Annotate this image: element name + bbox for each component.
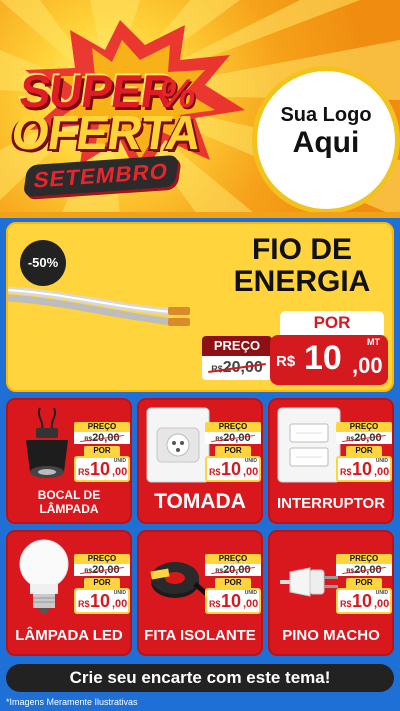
price-tag: PREÇO R$20,00 POR R$10,00UNID — [336, 422, 392, 482]
featured-product-panel[interactable]: -50% FIO DE ENERGIA POR PREÇO R$20,00 R$… — [6, 222, 394, 392]
old-price: R$20,00 — [202, 356, 272, 380]
old-price-box: PREÇO R$20,00 — [202, 336, 272, 382]
product-name: INTERRUPTOR — [276, 495, 386, 512]
logo-text-line1: Sua Logo — [280, 103, 372, 126]
product-name: PINO MACHO — [282, 627, 380, 644]
product-card-fita-isolante[interactable]: PREÇO R$20,00 POR R$10,00UNID FITA ISOLA… — [137, 530, 263, 656]
logo-text-line2: Aqui — [292, 125, 360, 159]
hero-banner: SUPER OFERTA SETEMBRO % Sua Logo Aqui — [0, 0, 400, 218]
product-grid: PREÇO R$20,00 POR R$10,00UNID BOCAL DELÂ… — [0, 396, 400, 660]
por-label: POR — [280, 311, 384, 335]
preco-label: PREÇO — [202, 336, 272, 356]
product-name: BOCAL DE LÂMPADA — [37, 488, 101, 516]
logo-placeholder[interactable]: Sua Logo Aqui — [252, 66, 400, 214]
month-label: SETEMBRO — [32, 158, 171, 193]
footnote: *Imagens Meramente Ilustrativas — [6, 697, 138, 707]
product-card-pino-macho[interactable]: PREÇO R$20,00 POR R$10,00UNID PINO MACHO — [268, 530, 394, 656]
price-tag: PREÇO R$20,00 POR R$10,00UNID — [74, 554, 130, 614]
new-price-box: R$ 10 ,00 MT — [270, 335, 388, 385]
month-banner: SETEMBRO — [22, 154, 180, 198]
featured-title: FIO DE ENERGIA — [233, 233, 371, 298]
product-name: TOMADA — [154, 490, 246, 513]
product-card-lampada-led[interactable]: PREÇO R$20,00 POR R$10,00UNID LÂMPADA LE… — [6, 530, 132, 656]
cable-icon — [8, 286, 190, 326]
hero-divider — [0, 212, 400, 218]
product-name: LÂMPADA LED — [15, 627, 123, 644]
price-tag: PREÇO R$20,00 POR R$10,00UNID — [205, 422, 261, 482]
product-name: FITA ISOLANTE — [144, 627, 256, 644]
price-tag: PREÇO R$20,00 POR R$10,00UNID — [74, 422, 130, 482]
cta-button[interactable]: Crie seu encarte com este tema! — [6, 664, 394, 692]
price-tag: PREÇO R$20,00 POR R$10,00UNID — [336, 554, 392, 614]
product-card-tomada[interactable]: PREÇO R$20,00 POR R$10,00UNID TOMADA — [137, 398, 263, 524]
product-card-interruptor[interactable]: PREÇO R$20,00 POR R$10,00UNID INTERRUPTO… — [268, 398, 394, 524]
price-tag: PREÇO R$20,00 POR R$10,00UNID — [205, 554, 261, 614]
percent-sign: % — [156, 72, 199, 116]
product-card-bocal[interactable]: PREÇO R$20,00 POR R$10,00UNID BOCAL DELÂ… — [6, 398, 132, 524]
